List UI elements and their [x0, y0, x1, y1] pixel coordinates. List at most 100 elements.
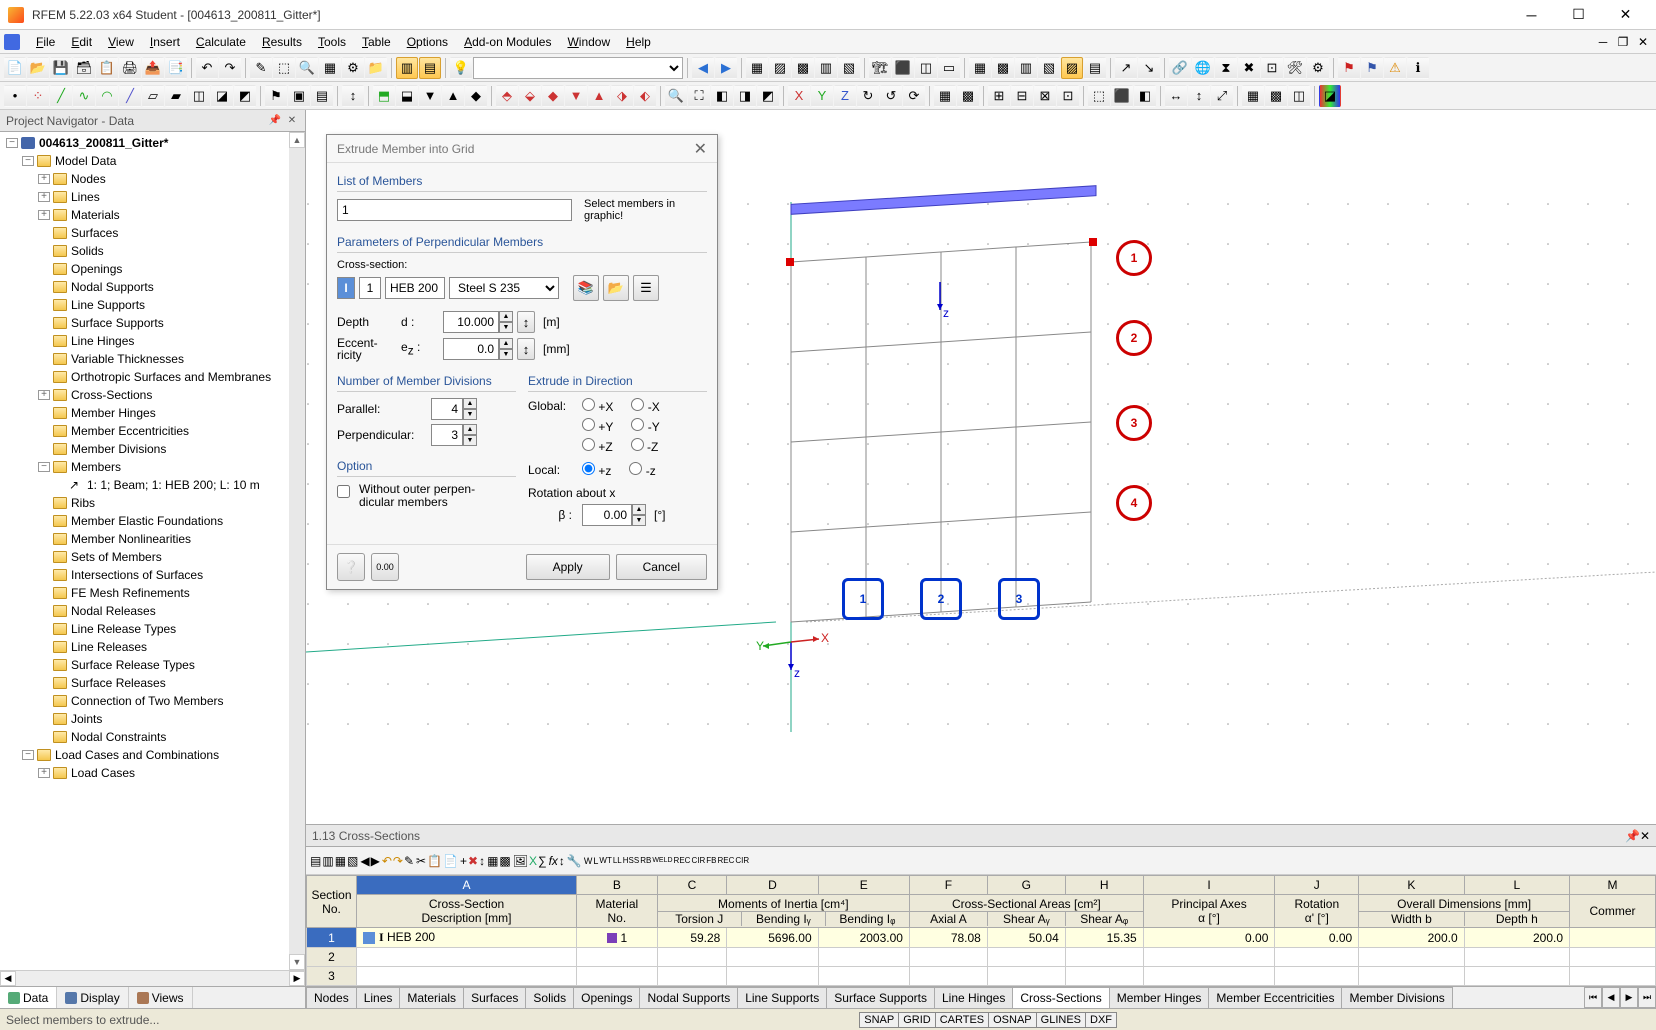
menu-window[interactable]: Window	[559, 32, 618, 52]
tree-item[interactable]: Member Hinges	[2, 404, 303, 422]
new-icon[interactable]: 📄	[4, 57, 26, 79]
tree-item[interactable]: Openings	[2, 260, 303, 278]
tt-hss[interactable]: HSS	[623, 856, 639, 865]
menu-table[interactable]: Table	[354, 32, 399, 52]
tb2-ad[interactable]: ↔	[1165, 85, 1187, 107]
tb-c3[interactable]: ▥	[1015, 57, 1037, 79]
table-tab[interactable]: Member Eccentricities	[1208, 987, 1342, 1008]
tt-cut[interactable]: ✂	[416, 854, 426, 868]
tt-fb[interactable]: FB	[706, 856, 716, 865]
tree-item[interactable]: Surface Supports	[2, 314, 303, 332]
tt-calc[interactable]: ∑	[538, 854, 547, 868]
maximize-button[interactable]: ☐	[1556, 1, 1601, 29]
tab-first[interactable]: ⏮	[1584, 987, 1602, 1008]
table-tab[interactable]: Member Hinges	[1109, 987, 1210, 1008]
zoom-fit-icon[interactable]: ⛶	[688, 85, 710, 107]
tb-c1[interactable]: ▦	[969, 57, 991, 79]
status-toggle[interactable]: DXF	[1085, 1012, 1117, 1028]
tree-item[interactable]: Solids	[2, 242, 303, 260]
redo-icon[interactable]: ↷	[219, 57, 241, 79]
tree-item[interactable]: Surface Release Types	[2, 656, 303, 674]
tt-rb[interactable]: RB	[640, 856, 651, 865]
tree-item[interactable]: Orthotropic Surfaces and Membranes	[2, 368, 303, 386]
tb-a1[interactable]: ▦	[746, 57, 768, 79]
table-tab[interactable]: Surfaces	[463, 987, 526, 1008]
ecc-down-icon[interactable]: ▼	[499, 349, 513, 360]
tt-f[interactable]: ↕	[479, 854, 485, 868]
table-tab[interactable]: Solids	[525, 987, 574, 1008]
tt-redo[interactable]: ↷	[393, 854, 403, 868]
tb2-d[interactable]: ◪	[211, 85, 233, 107]
navigator-close-icon[interactable]: ✕	[285, 114, 299, 128]
undo-icon[interactable]: ↶	[196, 57, 218, 79]
globe-icon[interactable]: 🌐	[1192, 57, 1214, 79]
list-button[interactable]: ☰	[633, 275, 659, 301]
tt-wt[interactable]: WT	[599, 856, 611, 865]
scale-icon[interactable]: ✖	[1238, 57, 1260, 79]
tt-e[interactable]: ✎	[404, 854, 414, 868]
table-pin-icon[interactable]: 📌	[1625, 829, 1640, 843]
report-icon[interactable]: 📑	[165, 57, 187, 79]
tb-a5[interactable]: ▧	[838, 57, 860, 79]
tb2-l[interactable]: ▲	[442, 85, 464, 107]
tree-item[interactable]: FE Mesh Refinements	[2, 584, 303, 602]
menu-calculate[interactable]: Calculate	[188, 32, 254, 52]
save-icon[interactable]: 💾	[50, 57, 72, 79]
tt-prev[interactable]: ◀	[360, 854, 369, 868]
tt-fx[interactable]: fx	[549, 854, 558, 868]
scroll-up-icon[interactable]: ▲	[289, 132, 305, 148]
tt-ins[interactable]: +	[460, 854, 467, 868]
tb2-k[interactable]: ▼	[419, 85, 441, 107]
tree-item[interactable]: Line Releases	[2, 638, 303, 656]
tree-item[interactable]: +Lines	[2, 188, 303, 206]
navigator-tree[interactable]: −004613_200811_Gitter* −Model Data +Node…	[0, 132, 305, 970]
tb-c2[interactable]: ▩	[992, 57, 1014, 79]
tb2-h[interactable]: ↕	[342, 85, 364, 107]
tb2-f[interactable]: ▣	[288, 85, 310, 107]
table-row[interactable]: 2	[307, 948, 1656, 967]
tree-item[interactable]: Line Supports	[2, 296, 303, 314]
tb2-t[interactable]: ⬖	[634, 85, 656, 107]
gear-icon[interactable]: ⚙	[1307, 57, 1329, 79]
table-row[interactable]: 1 I HEB 200 1 59.285696.002003.00 78.085…	[307, 928, 1656, 948]
tree-item[interactable]: Line Release Types	[2, 620, 303, 638]
selection-icon[interactable]: ⬚	[273, 57, 295, 79]
parallel-input[interactable]	[431, 398, 463, 420]
menu-results[interactable]: Results	[254, 32, 310, 52]
tt-excel[interactable]: X	[529, 854, 537, 868]
node-multi-icon[interactable]: ⁘	[27, 85, 49, 107]
dir-pz[interactable]: +Z	[582, 438, 613, 454]
dir-lpz[interactable]: +z	[582, 462, 611, 478]
tt-del[interactable]: ✖	[468, 854, 478, 868]
tt-h[interactable]: ▩	[499, 854, 510, 868]
view-z-icon[interactable]: Z	[834, 85, 856, 107]
menu-options[interactable]: Options	[399, 32, 456, 52]
link-icon[interactable]: 🔗	[1169, 57, 1191, 79]
tree-item[interactable]: Member Divisions	[2, 440, 303, 458]
cs-material-select[interactable]: Steel S 235	[449, 277, 559, 299]
minimize-button[interactable]: ─	[1509, 1, 1554, 29]
tb-b1[interactable]: 🏗	[869, 57, 891, 79]
status-toggle[interactable]: CARTES	[935, 1012, 989, 1028]
tb2-c[interactable]: ◫	[188, 85, 210, 107]
dir-py[interactable]: +Y	[582, 418, 613, 434]
tb2-o[interactable]: ⬙	[519, 85, 541, 107]
table-tab[interactable]: Nodes	[306, 987, 357, 1008]
table-tab[interactable]: Line Hinges	[934, 987, 1013, 1008]
cs-number-input[interactable]	[359, 277, 381, 299]
tree-item[interactable]: Joints	[2, 710, 303, 728]
align-icon[interactable]: ⊡	[1261, 57, 1283, 79]
tb2-p[interactable]: ◆	[542, 85, 564, 107]
tb-d1[interactable]: ↗	[1115, 57, 1137, 79]
info-icon[interactable]: ℹ	[1407, 57, 1429, 79]
dir-mx[interactable]: -X	[631, 398, 659, 414]
tb-b3[interactable]: ◫	[915, 57, 937, 79]
cube3-icon[interactable]: ◩	[757, 85, 779, 107]
mdi-minimize-button[interactable]: ─	[1594, 33, 1612, 51]
tb2-z[interactable]: ⊡	[1057, 85, 1079, 107]
tb2-b[interactable]: ▰	[165, 85, 187, 107]
tt-edit-icon[interactable]: ▤	[310, 854, 321, 868]
tree-item[interactable]: Surface Releases	[2, 674, 303, 692]
tt-cir2[interactable]: CIR	[735, 856, 749, 865]
tree-member-child[interactable]: ↗1: 1; Beam; 1: HEB 200; L: 10 m	[2, 476, 303, 494]
